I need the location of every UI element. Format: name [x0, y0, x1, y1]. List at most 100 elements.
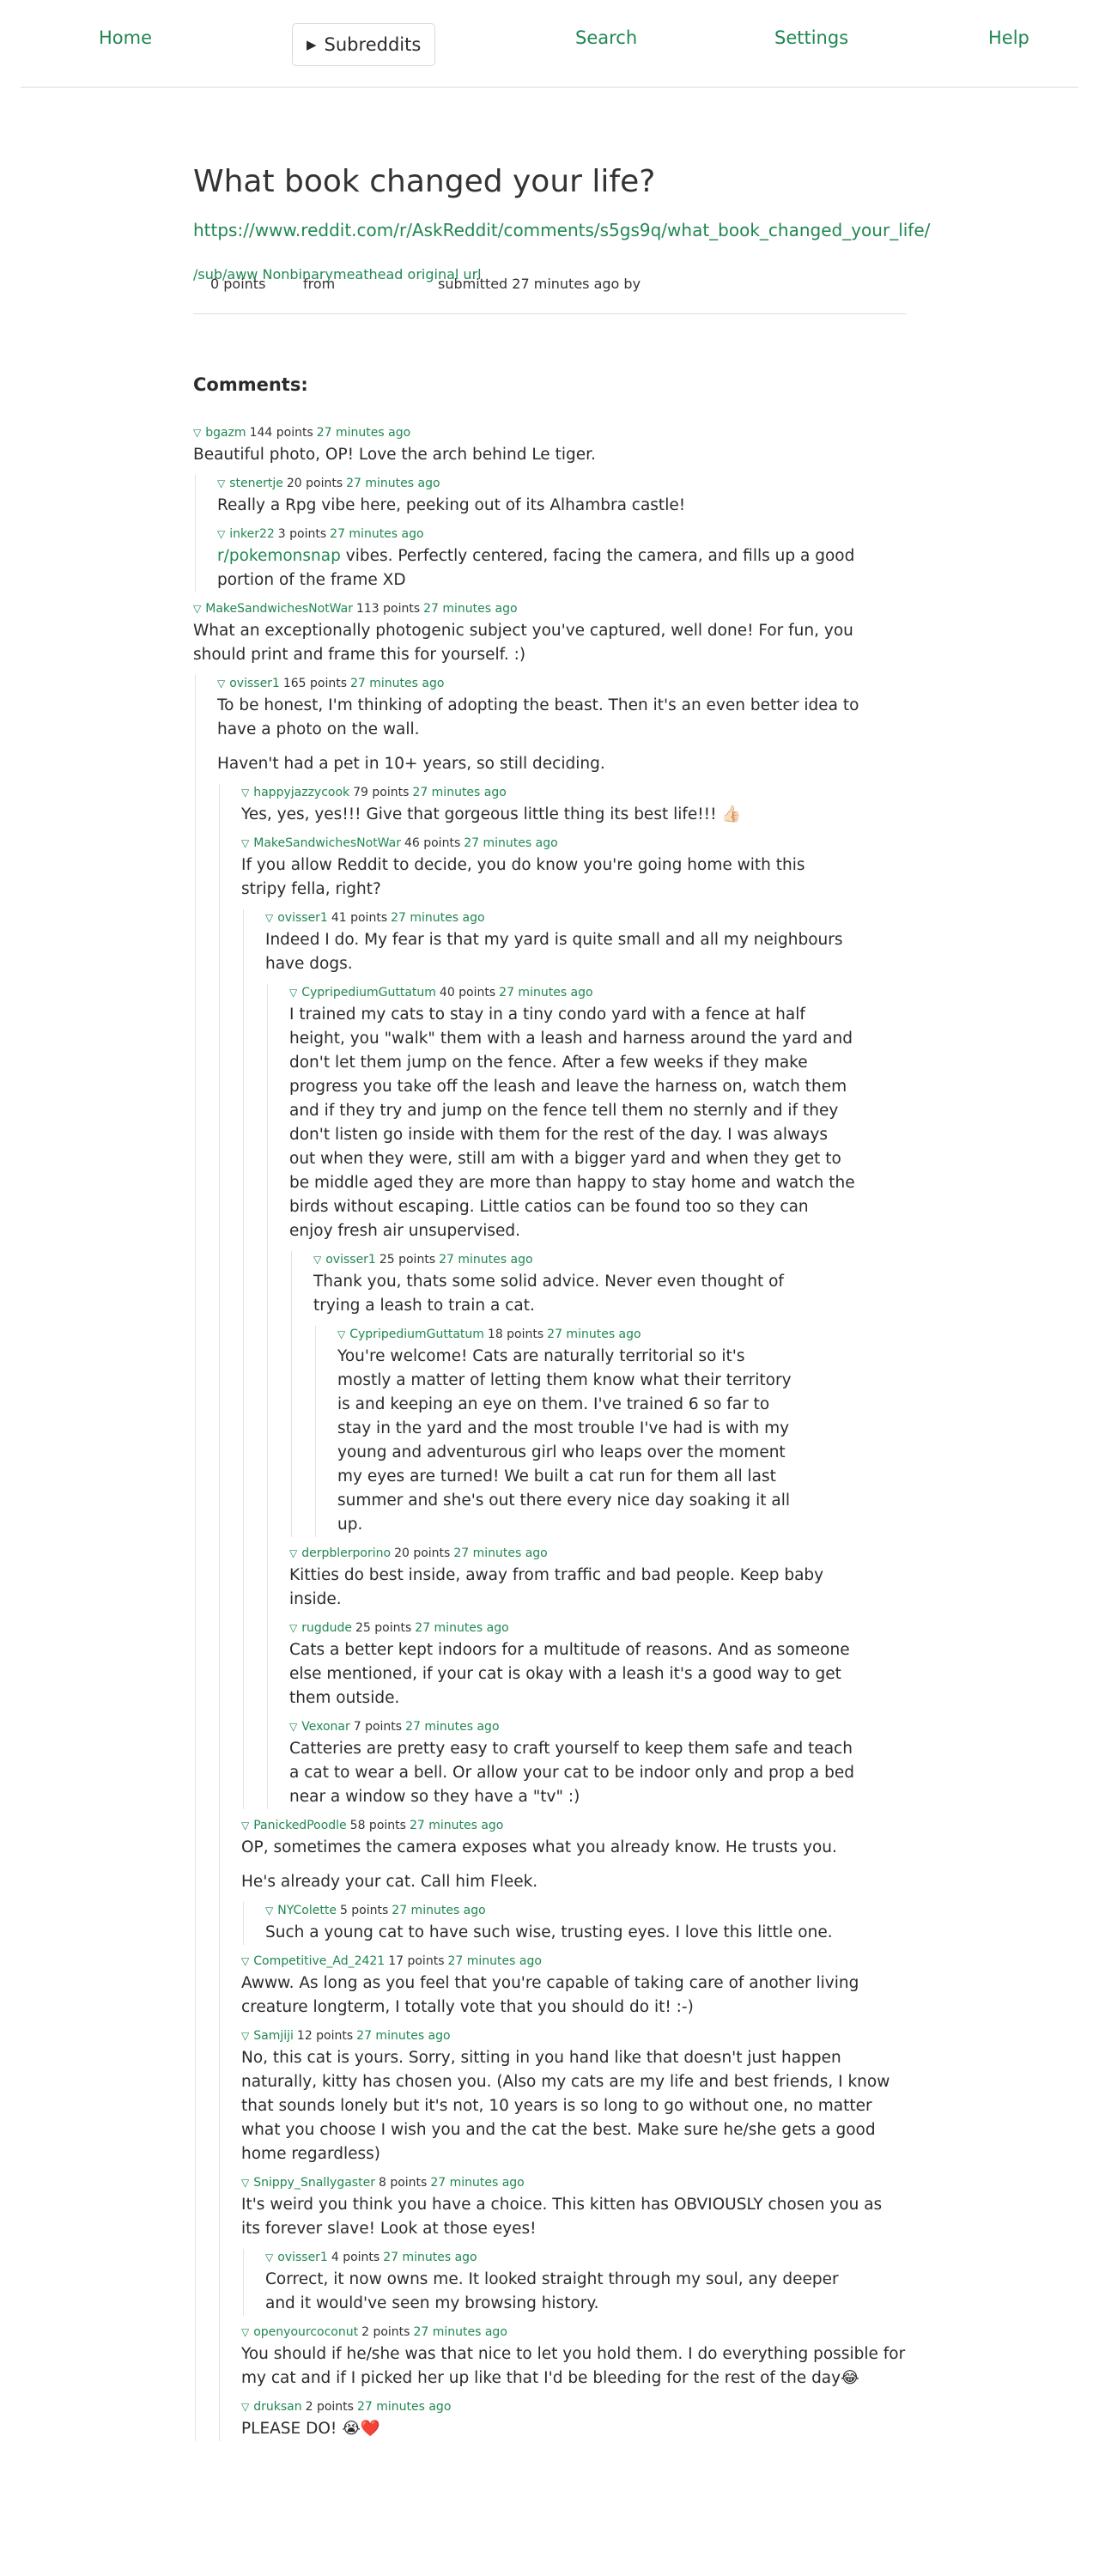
comment-permalink[interactable]: 27 minutes ago [346, 477, 440, 490]
collapse-toggle-icon[interactable]: ▽ [289, 1619, 297, 1637]
comment-author-link[interactable]: rugdude [301, 1621, 352, 1635]
comment-permalink[interactable]: 27 minutes ago [350, 677, 444, 690]
comment-author-link[interactable]: openyourcoconut [253, 2325, 358, 2339]
comment-text: If you allow Reddit to decide, you do kn… [241, 856, 805, 898]
comment-author-link[interactable]: Snippy_Snallygaster [253, 2176, 375, 2190]
comment-permalink[interactable]: 27 minutes ago [453, 1546, 547, 1560]
comment-author-link[interactable]: ovisser1 [325, 1253, 376, 1267]
collapse-toggle-icon[interactable]: ▽ [289, 1545, 297, 1562]
comment: ▽ openyourcoconut 2 points 27 minutes ago Y… [241, 2324, 906, 2391]
collapse-toggle-icon[interactable]: ▽ [241, 2398, 249, 2415]
comment-author-link[interactable]: Competitive_Ad_2421 [253, 1954, 385, 1968]
collapse-toggle-icon[interactable]: ▽ [217, 675, 225, 692]
comment-author-link[interactable]: derpblerporino [301, 1546, 391, 1560]
comment-permalink[interactable]: 27 minutes ago [430, 2176, 524, 2190]
collapse-toggle-icon[interactable]: ▽ [241, 1953, 249, 1970]
comment-author-link[interactable]: druksan [253, 2400, 301, 2414]
comment-permalink[interactable]: 27 minutes ago [357, 2400, 451, 2414]
collapse-toggle-icon[interactable]: ▽ [241, 1817, 249, 1834]
comment-permalink[interactable]: 27 minutes ago [415, 1621, 508, 1635]
comment-author-link[interactable]: Vexonar [301, 1720, 350, 1734]
comment-replies: ▽ stenertje 20 points 27 minutes ago Really… [195, 475, 906, 592]
subreddit-link[interactable]: r/pokemonsnap [217, 547, 341, 565]
comment-permalink[interactable]: 27 minutes ago [464, 836, 557, 850]
comment-author-link[interactable]: MakeSandwichesNotWar [205, 602, 353, 616]
comment-author-link[interactable]: CypripediumGuttatum [349, 1327, 484, 1341]
nav-help-link[interactable]: Help [988, 27, 1029, 48]
collapse-toggle-icon[interactable]: ▽ [241, 2174, 249, 2191]
nav-search-link[interactable]: Search [575, 27, 637, 48]
collapse-toggle-icon[interactable]: ▽ [241, 2027, 249, 2044]
comment-permalink[interactable]: 27 minutes ago [405, 1720, 499, 1734]
collapse-toggle-icon[interactable]: ▽ [193, 424, 201, 441]
collapse-toggle-icon[interactable]: ▽ [289, 1718, 297, 1735]
comment-author-link[interactable]: bgazm [205, 426, 246, 440]
comment-text: You should if he/she was that nice to le… [241, 2345, 906, 2387]
comment-points: 4 points [331, 2251, 380, 2264]
collapse-toggle-icon[interactable]: ▽ [289, 984, 297, 1001]
comment-permalink[interactable]: 27 minutes ago [499, 986, 592, 999]
comment-body: If you allow Reddit to decide, you do kn… [241, 854, 842, 902]
collapse-toggle-icon[interactable]: ▽ [241, 784, 249, 801]
comment-body: Awww. As long as you feel that you're ca… [241, 1971, 894, 2020]
comment-permalink[interactable]: 27 minutes ago [547, 1327, 641, 1341]
comment-permalink[interactable]: 27 minutes ago [423, 602, 517, 616]
comment: ▽ Samjiji 12 points 27 minutes ago No, this… [241, 2027, 906, 2166]
comment-permalink[interactable]: 27 minutes ago [447, 1954, 541, 1968]
comment-text: Correct, it now owns me. It looked strai… [265, 2270, 839, 2312]
comment-permalink[interactable]: 27 minutes ago [391, 911, 484, 925]
comment-permalink[interactable]: 27 minutes ago [413, 2325, 507, 2339]
collapse-toggle-icon[interactable]: ▽ [337, 1326, 345, 1343]
comment-permalink[interactable]: 27 minutes ago [410, 1819, 503, 1832]
comment-author-link[interactable]: ovisser1 [229, 677, 280, 690]
comment-points: 40 points [439, 986, 496, 999]
collapse-toggle-icon[interactable]: ▽ [313, 1251, 321, 1268]
comment-text: Indeed I do. My fear is that my yard is … [265, 931, 843, 973]
comment-author-link[interactable]: NYColette [277, 1904, 337, 1917]
collapse-toggle-icon[interactable]: ▽ [217, 475, 225, 492]
comment-permalink[interactable]: 27 minutes ago [439, 1253, 532, 1267]
comment-header: ▽ inker22 3 points 27 minutes ago [217, 526, 906, 543]
comment-author-link[interactable]: inker22 [229, 527, 275, 541]
comment: ▽ CypripediumGuttatum 18 points 27 minutes … [337, 1326, 906, 1537]
comment-permalink[interactable]: 27 minutes ago [412, 786, 506, 799]
collapse-toggle-icon[interactable]: ▽ [241, 835, 249, 852]
post-url-link[interactable]: https://www.reddit.com/r/AskReddit/comme… [193, 220, 930, 240]
post-title: What book changed your life? [193, 164, 656, 199]
collapse-toggle-icon[interactable]: ▽ [241, 2324, 249, 2341]
comment: ▽ PanickedPoodle 58 points 27 minutes ago O… [241, 1817, 906, 1945]
comment-permalink[interactable]: 27 minutes ago [330, 527, 423, 541]
comment-permalink[interactable]: 27 minutes ago [317, 426, 410, 440]
collapse-toggle-icon[interactable]: ▽ [265, 2249, 273, 2266]
comment-author-link[interactable]: stenertje [229, 477, 283, 490]
comment-author-link[interactable]: happyjazzycook [253, 786, 349, 799]
comment-author-link[interactable]: MakeSandwichesNotWar [253, 836, 401, 850]
nav-settings-link[interactable]: Settings [774, 27, 848, 48]
subreddits-dropdown[interactable]: ▶ Subreddits [292, 23, 436, 66]
comment-header: ▽ stenertje 20 points 27 minutes ago [217, 475, 906, 492]
collapse-toggle-icon[interactable]: ▽ [193, 600, 201, 617]
comment-points: 20 points [286, 477, 343, 490]
comment-author-link[interactable]: ovisser1 [277, 911, 328, 925]
nav-home-link[interactable]: Home [99, 27, 152, 48]
comment-points: 58 points [349, 1819, 406, 1832]
comment: ▽ ovisser1 25 points 27 minutes ago Thank y… [313, 1251, 906, 1537]
comment-points: 5 points [339, 1904, 389, 1917]
comment-header: ▽ derpblerporino 20 points 27 minutes ago [289, 1545, 906, 1562]
collapse-toggle-icon[interactable]: ▽ [217, 526, 225, 543]
comment-author-link[interactable]: ovisser1 [277, 2251, 328, 2264]
comment-author-link[interactable]: Samjiji [253, 2029, 294, 2043]
comment-permalink[interactable]: 27 minutes ago [383, 2251, 477, 2264]
comment-author-link[interactable]: PanickedPoodle [253, 1819, 346, 1832]
comment-permalink[interactable]: 27 minutes ago [392, 1904, 485, 1917]
comment-author-link[interactable]: CypripediumGuttatum [301, 986, 436, 999]
comment-header: ▽ happyjazzycook 79 points 27 minutes ago [241, 784, 906, 801]
comment-header: ▽ Samjiji 12 points 27 minutes ago [241, 2027, 906, 2044]
comment-permalink[interactable]: 27 minutes ago [356, 2029, 450, 2043]
collapse-toggle-icon[interactable]: ▽ [265, 1902, 273, 1919]
comment-points: 144 points [249, 426, 313, 440]
collapse-toggle-icon[interactable]: ▽ [265, 909, 273, 927]
comment-body: You're welcome! Cats are naturally terri… [337, 1345, 801, 1537]
comment-text: He's already your cat. Call him Fleek. [241, 1873, 538, 1891]
comment: ▽ druksan 2 points 27 minutes ago PLEASE DO… [241, 2398, 906, 2441]
